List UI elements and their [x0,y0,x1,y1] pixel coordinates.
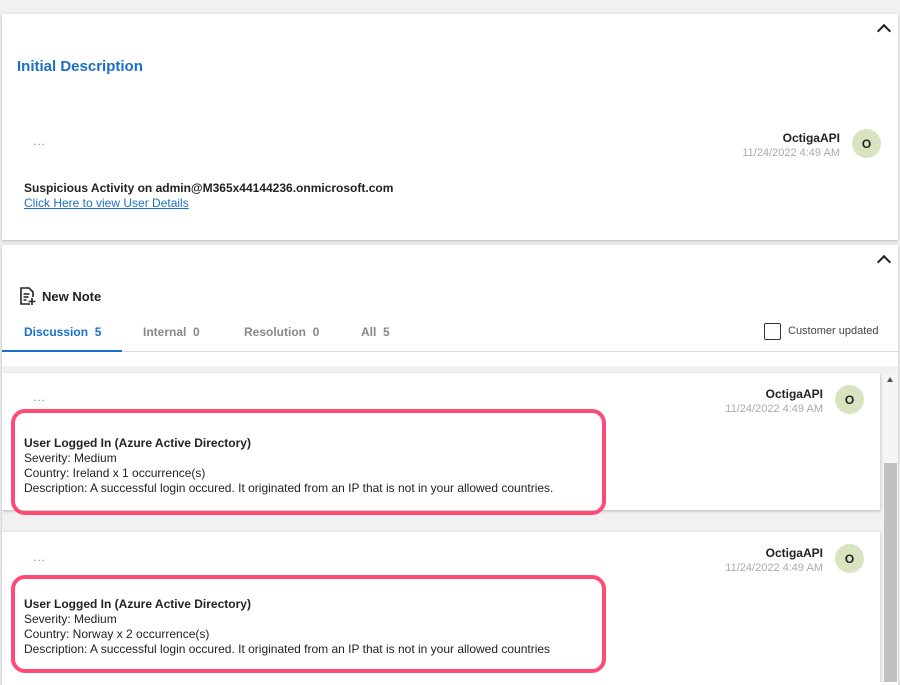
new-note-label: New Note [42,289,102,304]
author-name: OctigaAPI [765,546,823,560]
customer-updated-label: Customer updated [788,325,879,337]
highlight-box [11,575,606,673]
tab-internal[interactable]: Internal 0 [143,325,200,339]
author-name: OctigaAPI [782,131,840,145]
description-headline: Suspicious Activity on admin@M365x441442… [24,181,394,195]
avatar: O [835,385,864,414]
avatar: O [835,544,864,573]
tabs-divider [2,351,898,352]
collapse-icon[interactable] [876,23,892,39]
initial-description-card: Initial Description ... OctigaAPI 11/24/… [2,14,898,240]
customer-updated-checkbox[interactable] [764,323,781,340]
author-name: OctigaAPI [765,387,823,401]
view-user-details-link[interactable]: Click Here to view User Details [24,196,393,211]
more-options-icon[interactable]: ... [33,390,46,404]
new-note-icon [20,287,36,305]
scrollbar-thumb[interactable] [884,463,897,682]
timestamp: 11/24/2022 4:49 AM [742,147,840,159]
highlight-box [11,409,606,515]
active-tab-indicator [2,350,122,352]
new-note-button[interactable]: New Note [19,287,101,306]
timestamp: 11/24/2022 4:49 AM [725,403,823,415]
tab-discussion[interactable]: Discussion 5 [24,325,101,339]
timestamp: 11/24/2022 4:49 AM [725,562,823,574]
tab-all[interactable]: All 5 [361,325,390,339]
more-options-icon[interactable]: ... [33,134,46,148]
tab-resolution[interactable]: Resolution 0 [244,325,319,339]
section-title: Initial Description [17,58,143,75]
avatar: O [852,129,881,158]
more-options-icon[interactable]: ... [33,550,46,564]
scrollbar[interactable] [883,373,898,682]
scroll-up-arrow[interactable] [887,377,893,382]
